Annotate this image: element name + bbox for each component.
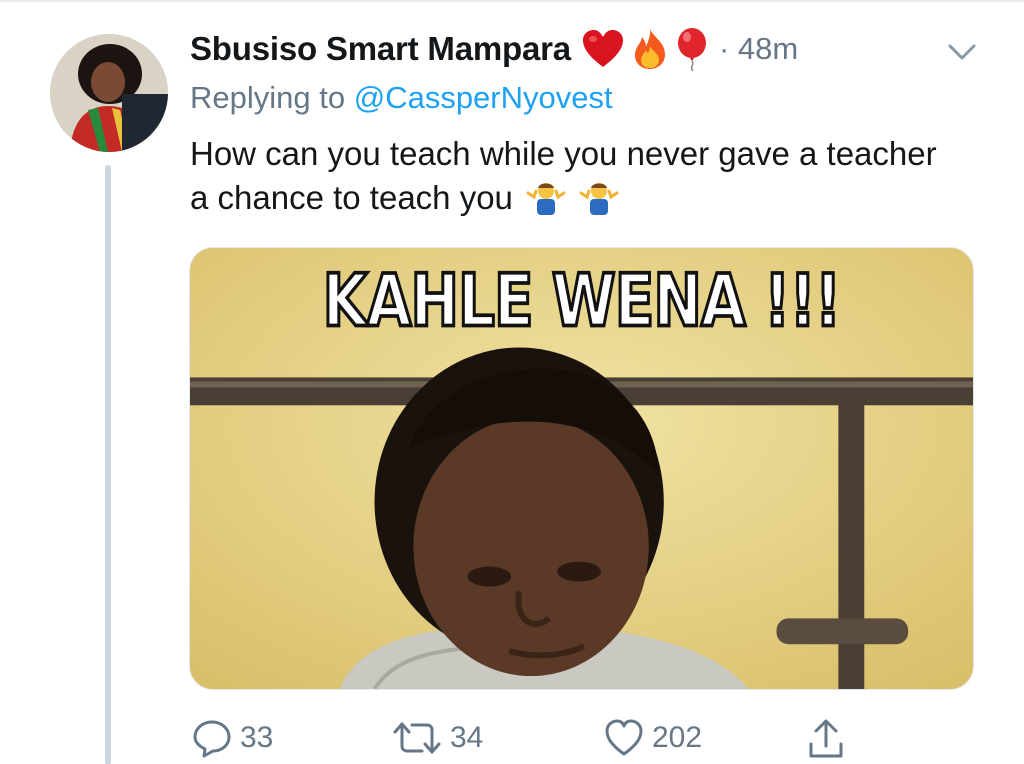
avatar-image bbox=[50, 34, 168, 152]
meme-caption: KAHLE WENA !!! bbox=[321, 256, 843, 345]
retweet-button[interactable]: 34 bbox=[392, 718, 483, 758]
fire-emoji bbox=[634, 29, 665, 69]
tweet-actions: 33 34 202 bbox=[0, 718, 1024, 762]
name-emojis bbox=[581, 27, 709, 71]
thread-line bbox=[105, 165, 111, 764]
person-shrugging-emoji bbox=[526, 183, 566, 215]
top-divider bbox=[0, 0, 1024, 2]
share-button[interactable] bbox=[806, 718, 846, 760]
tweet-media[interactable]: KAHLE WENA !!! bbox=[189, 247, 974, 690]
reply-count: 33 bbox=[240, 721, 274, 754]
balloon-emoji bbox=[677, 28, 706, 71]
replying-to: Replying to @CassperNyovest bbox=[190, 80, 613, 116]
avatar[interactable] bbox=[50, 34, 168, 152]
reply-button[interactable]: 33 bbox=[192, 718, 273, 758]
like-count: 202 bbox=[652, 721, 703, 754]
reply-icon bbox=[193, 720, 231, 758]
person-shrugging-emoji bbox=[579, 183, 619, 215]
tweet-header: Sbusiso Smart Mampara · 48m bbox=[190, 24, 798, 74]
chevron-down-icon[interactable] bbox=[944, 36, 980, 66]
timestamp[interactable]: · 48m bbox=[719, 31, 798, 67]
heart-emoji bbox=[582, 30, 623, 67]
share-icon bbox=[809, 719, 843, 758]
tweet-text: How can you teach while you never gave a… bbox=[190, 132, 950, 220]
reply-prefix: Replying to bbox=[190, 80, 346, 115]
retweet-count: 34 bbox=[450, 721, 484, 754]
display-name[interactable]: Sbusiso Smart Mampara bbox=[190, 30, 571, 68]
like-button[interactable]: 202 bbox=[604, 718, 702, 758]
reply-handle-link[interactable]: @CassperNyovest bbox=[354, 80, 613, 115]
like-icon bbox=[605, 719, 643, 756]
retweet-icon bbox=[393, 722, 441, 754]
